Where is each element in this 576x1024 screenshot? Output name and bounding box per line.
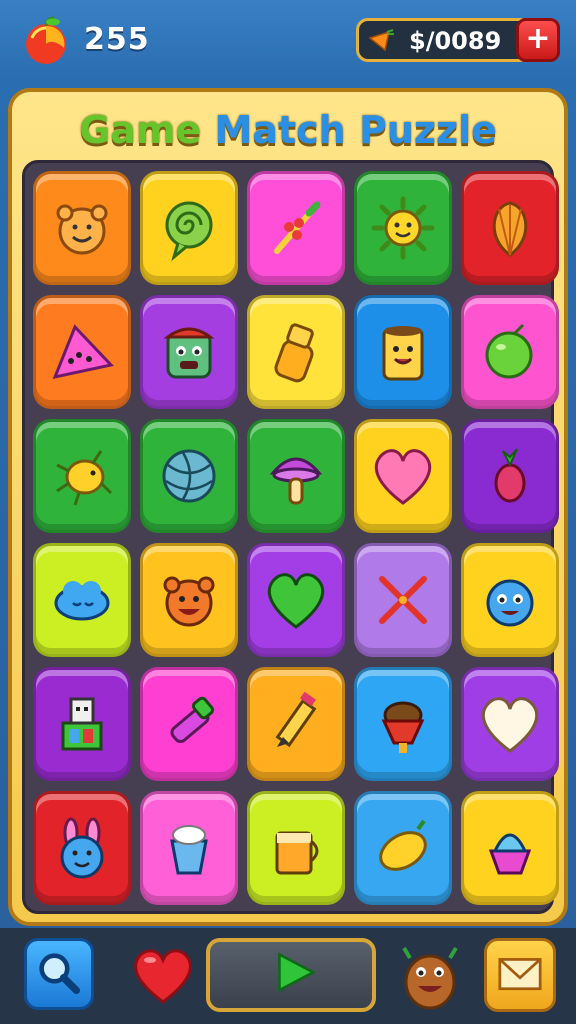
sundae-cup-icon bbox=[170, 825, 208, 875]
sun-face-icon bbox=[371, 196, 435, 260]
title-word-3: Puzzle bbox=[358, 108, 497, 152]
game-tile[interactable] bbox=[354, 171, 452, 285]
add-currency-button[interactable]: + bbox=[516, 18, 560, 62]
game-tile[interactable] bbox=[247, 543, 345, 657]
game-tile[interactable] bbox=[33, 295, 131, 409]
game-tile[interactable] bbox=[354, 419, 452, 533]
game-tile[interactable] bbox=[33, 419, 131, 533]
brown-monster-icon bbox=[402, 946, 458, 1010]
search-button[interactable] bbox=[24, 938, 94, 1010]
currency-display: $/0089 bbox=[356, 18, 532, 62]
score-value: 255 bbox=[84, 22, 150, 57]
can-face-icon bbox=[382, 326, 424, 381]
game-tile[interactable] bbox=[247, 667, 345, 781]
game-tile[interactable] bbox=[354, 543, 452, 657]
game-tile[interactable] bbox=[140, 667, 238, 781]
acorn-cup-icon bbox=[381, 701, 425, 753]
game-title: Game Match Puzzle bbox=[12, 108, 564, 152]
monster-button[interactable] bbox=[394, 936, 466, 1012]
bunny-face-icon bbox=[60, 817, 104, 879]
white-heart-icon bbox=[481, 697, 539, 753]
fruit-icon bbox=[20, 14, 72, 66]
juice-glass-icon bbox=[275, 831, 319, 875]
game-tile[interactable] bbox=[33, 171, 131, 285]
toy-block-icon bbox=[61, 697, 103, 751]
wand-icon bbox=[274, 201, 321, 254]
game-tile[interactable] bbox=[140, 295, 238, 409]
mushroom-icon bbox=[269, 457, 323, 505]
heart-icon bbox=[134, 949, 192, 1004]
game-tile[interactable] bbox=[140, 171, 238, 285]
envelope-icon bbox=[498, 958, 542, 991]
game-tile[interactable] bbox=[33, 791, 131, 905]
blue-monster-icon bbox=[486, 579, 534, 627]
game-tile[interactable] bbox=[247, 791, 345, 905]
game-tile[interactable] bbox=[247, 171, 345, 285]
green-heart-icon bbox=[267, 573, 325, 629]
game-tile[interactable] bbox=[140, 543, 238, 657]
bear-face-icon bbox=[163, 576, 215, 627]
play-button[interactable] bbox=[206, 938, 376, 1012]
crossed-tools-icon bbox=[379, 576, 427, 624]
triangle-monster-icon bbox=[52, 324, 114, 380]
tile-grid bbox=[22, 160, 559, 914]
shell-icon bbox=[492, 201, 528, 257]
game-tile[interactable] bbox=[354, 667, 452, 781]
ball-icon bbox=[162, 449, 216, 503]
lipstick-icon bbox=[170, 696, 215, 744]
game-tile[interactable] bbox=[461, 171, 559, 285]
game-tile[interactable] bbox=[140, 419, 238, 533]
game-tile[interactable] bbox=[247, 295, 345, 409]
magnifier-icon bbox=[39, 953, 81, 995]
lollipop-spiral-icon bbox=[165, 201, 213, 262]
game-tile[interactable] bbox=[461, 295, 559, 409]
robot-face-icon bbox=[163, 327, 215, 379]
game-board: Game Match Puzzle bbox=[8, 88, 568, 926]
game-tile[interactable] bbox=[354, 295, 452, 409]
salt-shaker-icon bbox=[274, 323, 314, 383]
cloud-face-icon bbox=[54, 581, 110, 621]
apple-icon bbox=[485, 323, 533, 379]
game-tile[interactable] bbox=[140, 791, 238, 905]
lemon-icon bbox=[379, 819, 427, 871]
heart-button[interactable] bbox=[128, 940, 198, 1010]
game-tile[interactable] bbox=[354, 791, 452, 905]
pencil-icon bbox=[275, 691, 317, 748]
game-tile[interactable] bbox=[33, 667, 131, 781]
teddy-face-icon bbox=[56, 204, 108, 255]
game-tile[interactable] bbox=[33, 543, 131, 657]
play-triangle-icon bbox=[278, 952, 317, 993]
game-tile[interactable] bbox=[461, 419, 559, 533]
game-tile[interactable] bbox=[461, 543, 559, 657]
heart-icon bbox=[374, 449, 432, 505]
currency-value: $/0089 bbox=[409, 27, 502, 55]
mail-button[interactable] bbox=[484, 938, 556, 1012]
game-tile[interactable] bbox=[461, 667, 559, 781]
game-tile[interactable] bbox=[247, 419, 345, 533]
game-tile[interactable] bbox=[461, 791, 559, 905]
carrot-coin-icon bbox=[367, 28, 395, 52]
title-word-2: Match bbox=[214, 108, 346, 152]
bug-icon bbox=[56, 450, 113, 506]
berry-icon bbox=[494, 448, 526, 503]
cupcake-icon bbox=[488, 833, 532, 875]
title-word-1: Game bbox=[79, 108, 202, 152]
top-bar: 255 $/0089 + bbox=[0, 0, 576, 86]
